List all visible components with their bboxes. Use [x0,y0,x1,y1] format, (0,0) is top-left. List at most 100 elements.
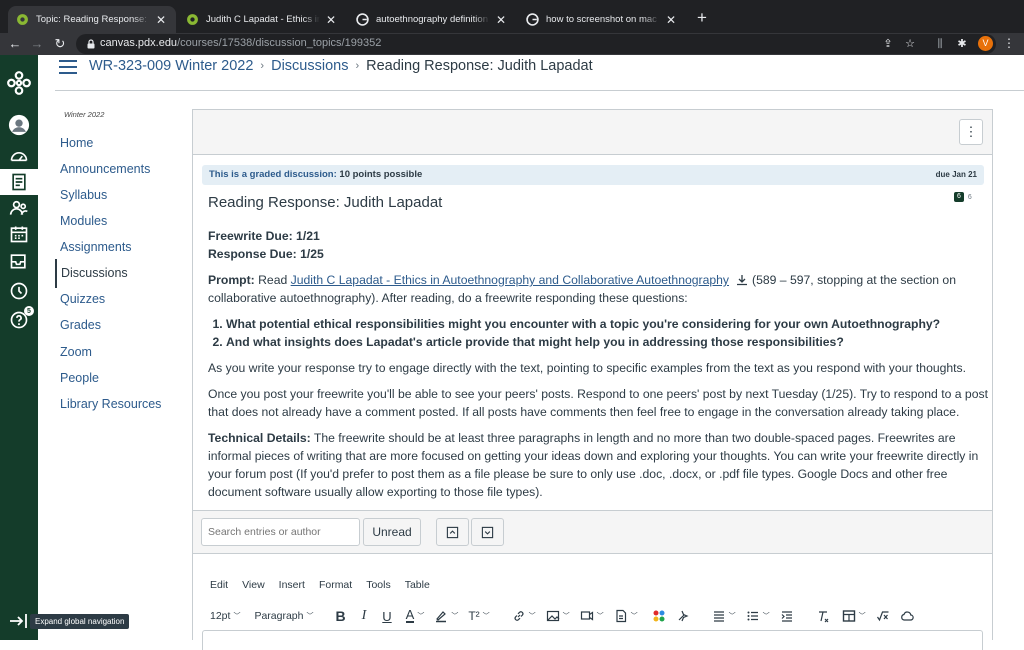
download-icon[interactable] [735,273,749,287]
expand-replies-button[interactable] [471,518,504,546]
text-color-icon[interactable]: A ﹀ [405,605,424,627]
tab-title: how to screenshot on mac - Go [546,14,660,25]
menu-tools[interactable]: Tools [366,579,391,591]
menu-edit[interactable]: Edit [210,579,228,591]
close-tab-icon[interactable]: ✕ [664,13,678,27]
due-dates-block: Freewrite Due: 1/21 Response Due: 1/25 [208,227,988,263]
reload-icon[interactable]: ↻ [51,35,69,53]
breadcrumb-course[interactable]: WR-323-009 Winter 2022 [89,58,253,74]
course-menu-toggle-icon[interactable] [59,60,77,74]
course-nav-announcements[interactable]: Announcements [59,162,150,176]
cloud-upload-icon[interactable] [900,605,914,627]
browser-toolbar: ← → ↻ canvas.pdx.edu/courses/17538/discu… [0,33,1024,55]
share-icon[interactable]: ⇪ [881,37,895,51]
account-icon[interactable] [0,111,38,139]
close-tab-icon[interactable]: ✕ [324,13,338,27]
courses-icon[interactable] [0,169,38,195]
discussion-panel: ⋮ This is a graded discussion: 10 points… [192,109,993,650]
browser-tab-4[interactable]: how to screenshot on mac - Go ✕ [518,6,686,33]
tools-icon[interactable] [676,605,690,627]
dashboard-icon[interactable] [0,144,38,170]
search-entries-input[interactable] [201,518,360,546]
due-date: due Jan 21 [935,170,977,179]
document-icon[interactable]: ﹀ [614,605,638,627]
collapse-replies-button[interactable] [436,518,469,546]
response-paragraph: Once you post your freewrite you'll be a… [208,387,988,419]
points-possible: 10 points possible [339,169,423,180]
prompt-read: Read [258,273,288,287]
menu-table[interactable]: Table [405,579,430,591]
breadcrumb: WR-323-009 Winter 2022 › Discussions › Readi… [89,58,593,74]
menu-insert[interactable]: Insert [279,579,305,591]
back-icon[interactable]: ← [6,35,24,53]
history-icon[interactable] [0,278,38,304]
browser-menu-icon[interactable]: ⋮ [1003,36,1015,51]
table-icon[interactable]: ﹀ [842,605,866,627]
inbox-icon[interactable] [0,248,38,274]
course-nav-library-resources[interactable]: Library Resources [59,397,161,411]
course-nav-home[interactable]: Home [59,136,93,150]
google-favicon-icon [356,13,369,26]
media-icon[interactable]: ﹀ [580,605,604,627]
close-tab-icon[interactable]: ✕ [494,13,508,27]
underline-icon[interactable]: U [382,605,391,627]
browser-tab-1[interactable]: Topic: Reading Response: Judith ✕ [8,6,176,33]
graded-discussion-banner: This is a graded discussion: 10 points p… [202,165,984,185]
unread-count-badge: 6 [954,192,964,202]
calendar-icon[interactable] [0,221,38,247]
groups-icon[interactable] [0,195,38,221]
term-label: Winter 2022 [64,110,105,119]
browser-tab-3[interactable]: autoethnography definition - G ✕ [348,6,516,33]
discussion-title: Reading Response: Judith Lapadat [208,194,443,211]
url-text: canvas.pdx.edu/courses/17538/discussion_… [100,37,382,49]
equation-icon[interactable] [876,605,890,627]
highlight-color-icon[interactable]: ﹀ [434,605,458,627]
font-size-select[interactable]: 12pt ﹀ [210,605,240,627]
reply-editor-area[interactable] [202,630,983,650]
entries-filter-bar: Unread [193,510,992,554]
new-tab-icon[interactable]: + [693,9,711,27]
expand-nav-tooltip: Expand global navigation [30,614,130,629]
bold-icon[interactable]: B [335,605,345,627]
extension-icon[interactable]: ⫼ [933,37,947,51]
course-nav-assignments[interactable]: Assignments [59,240,132,254]
bullet-list-icon[interactable]: ﹀ [746,605,770,627]
clear-formatting-icon[interactable] [816,605,830,627]
course-nav-modules[interactable]: Modules [59,214,107,228]
browser-tab-2[interactable]: Judith C Lapadat - Ethics in Au ✕ [178,6,346,33]
course-nav-quizzes[interactable]: Quizzes [59,292,105,306]
indent-icon[interactable] [780,605,794,627]
course-nav-discussions[interactable]: Discussions [55,259,128,288]
course-nav-syllabus[interactable]: Syllabus [59,188,107,202]
unread-filter-button[interactable]: Unread [363,518,421,546]
block-format-select[interactable]: Paragraph ﹀ [254,605,313,627]
italic-icon[interactable]: I [362,605,367,627]
extensions-puzzle-icon[interactable]: ✱ [955,37,969,51]
expand-nav-icon[interactable] [8,612,30,630]
forward-icon[interactable]: → [28,35,46,53]
link-icon[interactable]: ﹀ [512,605,536,627]
superscript-icon[interactable]: T² ﹀ [468,605,489,627]
question-item: And what insights does Lapadat's article… [226,333,988,351]
align-icon[interactable]: ﹀ [712,605,736,627]
course-nav-grades[interactable]: Grades [59,318,101,332]
breadcrumb-discussions[interactable]: Discussions [271,58,348,74]
more-options-icon[interactable]: ⋮ [959,119,983,145]
close-tab-icon[interactable]: ✕ [154,13,168,27]
response-due: Response Due: 1/25 [208,247,324,261]
course-nav-zoom[interactable]: Zoom [59,345,92,359]
bookmark-star-icon[interactable]: ☆ [903,37,917,51]
canvas-favicon-icon [186,13,199,26]
apps-icon[interactable] [652,605,666,627]
canvas-logo-icon[interactable] [0,67,38,99]
menu-format[interactable]: Format [319,579,352,591]
reading-link[interactable]: Judith C Lapadat - Ethics in Autoethnogr… [291,273,729,287]
course-nav-people[interactable]: People [59,371,99,385]
profile-avatar[interactable]: V [978,36,993,51]
menu-view[interactable]: View [242,579,265,591]
image-icon[interactable]: ﹀ [546,605,570,627]
help-icon[interactable] [0,307,38,333]
global-navigation: 5 [0,55,38,640]
address-bar[interactable]: canvas.pdx.edu/courses/17538/discussion_… [76,34,996,54]
lock-icon [87,39,95,49]
